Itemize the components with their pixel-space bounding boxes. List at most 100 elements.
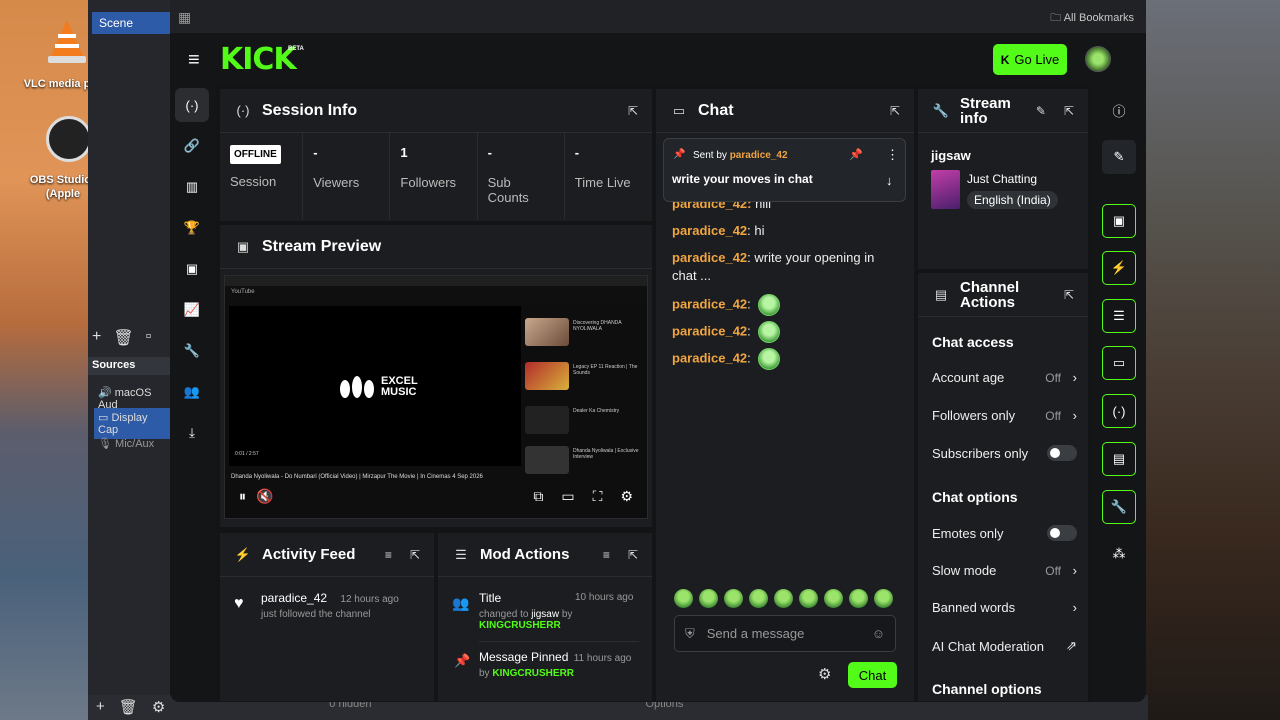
slow-mode-row[interactable]: Slow mode Off › xyxy=(932,563,1077,578)
emote-icon[interactable] xyxy=(699,589,718,608)
bar-chart-icon[interactable]: ▥ xyxy=(175,170,209,204)
broadcast-icon[interactable]: (·) xyxy=(1102,394,1136,428)
kick-k-icon: K xyxy=(1000,52,1010,67)
emote-icon[interactable] xyxy=(749,589,768,608)
popout-icon[interactable]: ⇱ xyxy=(410,548,420,562)
chat-settings-icon[interactable]: ⚙ xyxy=(818,665,831,683)
emote-icon[interactable] xyxy=(674,589,693,608)
go-live-button[interactable]: K Go Live xyxy=(993,44,1067,75)
stream-preview-video[interactable]: YouTube EXCEL MUSIC 0:01 / 2:57 Discoveri… xyxy=(224,275,648,519)
panel-icon[interactable]: ▫ xyxy=(146,328,152,348)
left-nav-rail: (·) 🔗 ▥ 🏆 ▣ 📈 🔧 👥 ⤓ xyxy=(170,85,216,702)
video-icon[interactable]: ▣ xyxy=(175,252,209,286)
pin-icon[interactable]: 📌 xyxy=(849,148,863,161)
filter-icon[interactable]: ≡ xyxy=(385,548,392,562)
obs-source-item[interactable]: 🎙 Mic/Aux xyxy=(94,434,170,453)
wrench-icon[interactable]: 🔧 xyxy=(175,334,209,368)
preview-panel-icon[interactable]: ▣ xyxy=(1102,204,1136,238)
download-icon[interactable]: ⤓ xyxy=(175,416,209,450)
pip-icon[interactable]: ⧉ xyxy=(533,488,543,505)
obs-app-label-2: (Apple xyxy=(45,188,81,200)
analytics-icon[interactable]: 📈 xyxy=(175,293,209,327)
mod-actions-title: Mod Actions xyxy=(480,546,570,563)
apps-grid-icon[interactable]: ▦ xyxy=(178,9,191,26)
preview-icon: ▣ xyxy=(236,238,250,254)
popout-icon[interactable]: ⇱ xyxy=(1064,104,1074,118)
popout-icon[interactable]: ⇱ xyxy=(628,104,638,118)
stream-info-title: Stream info xyxy=(960,94,1011,127)
chevron-right-icon: › xyxy=(1072,600,1077,615)
user-avatar[interactable] xyxy=(1085,46,1111,72)
send-chat-button[interactable]: Chat xyxy=(848,662,897,688)
arrow-down-icon[interactable]: ↓ xyxy=(886,173,893,188)
add-icon[interactable]: + xyxy=(92,328,101,348)
popout-icon[interactable]: ⇱ xyxy=(1064,288,1074,302)
account-age-row[interactable]: Account age Off › xyxy=(932,370,1077,385)
popout-icon[interactable]: ⇱ xyxy=(628,548,638,562)
theater-icon[interactable]: ▭ xyxy=(561,488,574,505)
stream-preview-panel: ▣ Stream Preview YouTube EXCEL MUSIC 0:01… xyxy=(220,225,652,527)
emote-icon[interactable] xyxy=(824,589,843,608)
popout-icon[interactable]: ⇱ xyxy=(890,104,900,118)
obs-app-icon[interactable] xyxy=(46,116,92,162)
info-icon[interactable]: ⓘ xyxy=(1102,93,1136,127)
activity-user[interactable]: paradice_42 xyxy=(261,591,327,605)
stream-info-header: 🔧 Stream info ✎ ⇱ xyxy=(918,89,1088,133)
banned-words-row[interactable]: Banned words › xyxy=(932,600,1077,615)
trophy-icon[interactable]: 🏆 xyxy=(175,211,209,245)
menu-icon[interactable]: ≡ xyxy=(188,49,200,72)
user-group-icon[interactable]: 👥 xyxy=(175,375,209,409)
wrench-icon[interactable]: 🔧 xyxy=(1102,490,1136,524)
trash-icon[interactable]: 🗑 xyxy=(119,698,138,717)
emote-icon[interactable] xyxy=(774,589,793,608)
mute-icon[interactable]: 🔇 xyxy=(256,488,533,505)
emote-icon[interactable] xyxy=(799,589,818,608)
ai-moderation-row[interactable]: AI Chat Moderation ⇗ xyxy=(932,638,1077,654)
trash-icon[interactable]: 🗑 xyxy=(113,328,133,348)
followers-only-row[interactable]: Followers only Off › xyxy=(932,408,1077,423)
lightning-icon[interactable]: ⚡ xyxy=(1102,251,1136,285)
kick-logo[interactable]: KICK xyxy=(220,42,297,77)
channel-icon[interactable]: ▤ xyxy=(1102,442,1136,476)
broadcast-icon[interactable]: (·) xyxy=(175,88,209,122)
list-icon[interactable]: ☰ xyxy=(1102,299,1136,333)
settings-icon[interactable]: ⚙ xyxy=(620,488,633,505)
edit-icon[interactable]: ✎ xyxy=(1036,104,1046,118)
channel-actions-title: Channel Actions xyxy=(960,278,1020,311)
channel-actions-panel: ▤ Channel Actions ⇱ Chat access Account … xyxy=(918,273,1088,701)
session-stats: OFFLINE Session - Viewers 1 Followers - Sub… xyxy=(220,133,652,219)
chat-message-input[interactable]: ⛨ Send a message ☺ xyxy=(674,615,896,652)
more-icon[interactable]: ⋮ xyxy=(886,147,899,163)
emote-icon[interactable] xyxy=(849,589,868,608)
monitor-icon: ▭ xyxy=(98,412,112,424)
session-info-title: Session Info xyxy=(262,101,358,119)
browser-window: ▦ 🗀 All Bookmarks ≡ KICK BETA K Go Live (… xyxy=(170,0,1146,702)
obs-scene-item[interactable]: Scene xyxy=(92,12,170,34)
chevron-right-icon: › xyxy=(1072,370,1077,385)
add-icon[interactable]: + xyxy=(96,698,105,717)
chat-panel: ▭ Chat ⇱ paradice_42: hiii 📌 Sent by par… xyxy=(656,89,914,701)
link-icon[interactable]: 🔗 xyxy=(175,129,209,163)
activity-text: just followed the channel xyxy=(261,609,371,620)
pinned-message: 📌 Sent by paradice_42 📌 ⋮ write your mov… xyxy=(663,138,906,202)
subscribers-only-toggle[interactable] xyxy=(1047,445,1077,461)
emotes-only-toggle[interactable] xyxy=(1047,525,1077,541)
chat-icon[interactable]: ▭ xyxy=(1102,346,1136,380)
stream-preview-title: Stream Preview xyxy=(262,237,382,255)
edit-icon[interactable]: ✎ xyxy=(1102,140,1136,174)
share-icon[interactable]: ⁂ xyxy=(1102,537,1136,571)
vlc-app-icon[interactable] xyxy=(46,18,88,64)
youtube-video: EXCEL MUSIC 0:01 / 2:57 xyxy=(229,306,521,466)
emote-icon xyxy=(758,294,781,316)
all-bookmarks-button[interactable]: 🗀 All Bookmarks xyxy=(1050,9,1134,28)
gear-icon[interactable]: ⚙ xyxy=(152,698,165,717)
category-thumbnail xyxy=(931,170,960,209)
emoji-icon[interactable]: ☺ xyxy=(872,626,885,641)
filter-icon[interactable]: ≡ xyxy=(603,548,610,562)
subscribers-only-row: Subscribers only xyxy=(932,445,1077,461)
fullscreen-icon[interactable]: ⛶ xyxy=(593,488,603,505)
pause-icon[interactable]: ⏸ xyxy=(239,488,246,505)
emote-icon[interactable] xyxy=(874,589,893,608)
emote-icon[interactable] xyxy=(724,589,743,608)
activity-feed-panel: ⚡ Activity Feed ≡ ⇱ ♥ paradice_42 12 hou… xyxy=(220,533,434,701)
